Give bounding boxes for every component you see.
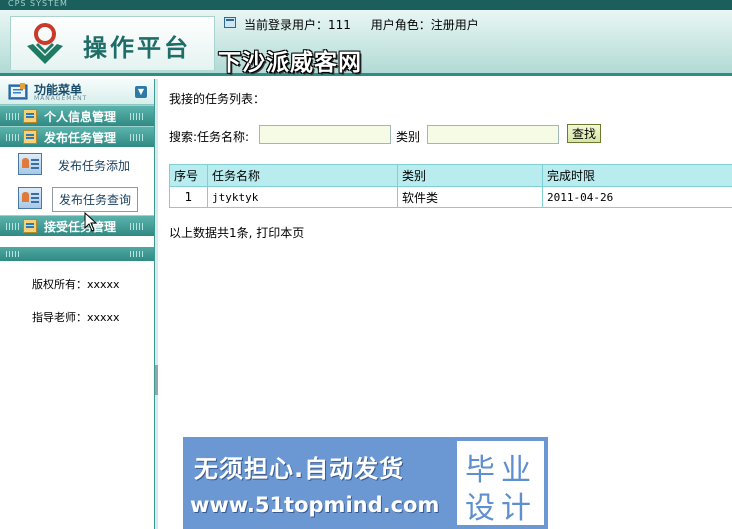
search-button[interactable]: 查找 [567,124,601,143]
advisor-value: xxxxx [87,311,120,324]
stripes-decoration [130,251,144,257]
current-user-label: 当前登录用户： [244,18,329,32]
sidebar-item-label: 发布任务添加 [58,159,131,173]
cell-index: 1 [169,186,208,208]
ad-banner: 无须担心.自动发货 www.51topmind.com 毕业 设计 [183,437,548,529]
folder-icon [23,109,37,123]
user-card-icon [18,153,42,175]
stripes-decoration [130,113,144,120]
banner-right-panel: 毕业 设计 [453,437,548,529]
sidebar-item-query-task[interactable]: 发布任务查询 [0,181,154,215]
folder-icon [23,130,37,144]
menu-subtitle: MANAGEMENT [34,95,88,102]
role-value: 注册用户 [430,18,479,32]
summary-text: 以上数据共1条, 打印本页 [169,226,305,240]
stripes-decoration [6,134,20,141]
section-label: 个人信息管理 [44,110,117,124]
sidebar-section-accepted-task[interactable]: 接受任务管理 [0,215,154,236]
advisor-label: 指导老师： [32,311,87,324]
section-label: 接受任务管理 [44,220,117,234]
stripes-decoration [6,223,20,230]
sidebar: 功能菜单 MANAGEMENT ▼ 个人信息管理 发布任务管理 发布任务添加 发… [0,79,155,529]
stripes-decoration [130,134,144,141]
menu-header: 功能菜单 MANAGEMENT ▼ [0,79,154,105]
folder-icon [23,219,37,233]
stripes-decoration [6,251,20,257]
bank-logo-icon [27,23,63,64]
page-title: 我接的任务列表： [169,92,266,106]
mouse-cursor-icon [84,212,98,232]
top-strip: CPS SYSTEM [0,0,732,10]
sidebar-section-personal-info[interactable]: 个人信息管理 [0,105,154,126]
logo-area: 操作平台 [10,16,215,70]
banner-right-bottom: 设计 [465,491,537,526]
site-watermark: 下沙派威客网 [218,49,362,76]
copyright-label: 版权所有： [32,278,87,291]
platform-title: 操作平台 [83,33,191,62]
banner-url: www.51topmind.com [190,493,440,517]
copyright-value: xxxxx [87,278,120,291]
sidebar-item-label: 发布任务查询 [52,187,139,212]
search-name-label: 搜索:任务名称: [169,130,250,144]
collapse-toggle-icon[interactable]: ▼ [135,86,147,98]
sidebar-footer-bar [0,247,154,261]
advisor-info: 指导老师：xxxxx [32,309,120,325]
banner-left-panel: 无须担心.自动发货 www.51topmind.com [183,437,453,529]
sidebar-item-add-task[interactable]: 发布任务添加 [0,147,154,181]
user-window-icon [224,17,236,28]
cell-deadline: 2011-04-26 [542,186,732,208]
column-header-index: 序号 [169,164,208,187]
current-user-value: 111 [328,18,351,32]
sidebar-section-publish-task[interactable]: 发布任务管理 [0,126,154,147]
copyright-info: 版权所有：xxxxx [32,276,120,292]
app-header: 操作平台 当前登录用户：111 用户角色：注册用户 下沙派威客网 [0,10,732,76]
column-header-deadline: 完成时限 [542,164,732,187]
menu-book-icon [8,83,28,100]
role-label: 用户角色： [370,18,431,32]
task-name-input[interactable] [259,125,391,144]
stripes-decoration [6,113,20,120]
window-form-icon [18,187,42,209]
cell-category: 软件类 [397,186,543,208]
column-header-category: 类别 [397,164,543,187]
category-input[interactable] [427,125,559,144]
cell-task-name: jtyktyk [207,186,398,208]
user-info: 当前登录用户：111 用户角色：注册用户 [244,16,479,33]
banner-slogan: 无须担心.自动发货 [194,455,405,483]
system-caption: CPS SYSTEM [8,0,68,8]
table-row[interactable]: 1 jtyktyk 软件类 2011-04-26 [169,186,732,208]
category-label: 类别 [396,130,421,144]
stripes-decoration [130,223,144,230]
task-table: 序号 任务名称 类别 完成时限 1 jtyktyk 软件类 2011-04-26 [169,164,732,208]
section-label: 发布任务管理 [44,131,117,145]
column-header-task-name: 任务名称 [207,164,398,187]
table-header-row: 序号 任务名称 类别 完成时限 [169,164,732,187]
search-bar: 搜索:任务名称: 类别 查找 [169,124,729,146]
